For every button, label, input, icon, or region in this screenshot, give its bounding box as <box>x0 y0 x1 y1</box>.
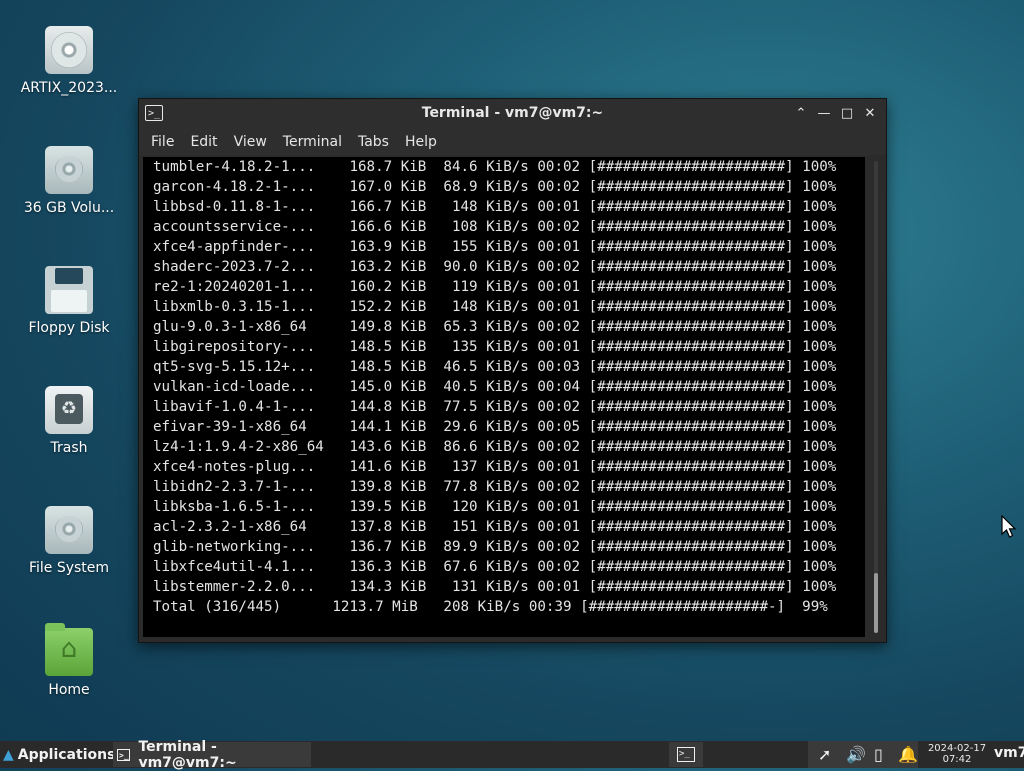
applications-label: Applications <box>17 746 116 763</box>
terminal-line: tumbler-4.18.2-1... 168.7 KiB 84.6 KiB/s… <box>153 159 837 175</box>
terminal-line: shaderc-2023.7-2... 163.2 KiB 90.0 KiB/s… <box>153 259 837 275</box>
applications-menu-button[interactable]: ▲ Applications <box>0 741 115 768</box>
terminal-launcher-button[interactable]: >_ <box>669 742 703 767</box>
terminal-line: acl-2.3.2-1-x86_64 137.8 KiB 151 KiB/s 0… <box>153 519 837 535</box>
terminal-line: libksba-1.6.5-1-... 139.5 KiB 120 KiB/s … <box>153 499 837 515</box>
clock[interactable]: 2024-02-17 07:42 <box>925 743 989 765</box>
taskbar: ▲ Applications >_ Terminal - vm7@vm7:~ >… <box>0 739 1024 771</box>
clock-time: 07:42 <box>942 754 972 765</box>
minimize-button[interactable]: — <box>814 104 834 124</box>
terminal-line: libxmlb-0.3.15-1... 152.2 KiB 148 KiB/s … <box>153 299 837 315</box>
terminal-scrollbar[interactable] <box>874 161 878 633</box>
desktop-icon-trash[interactable]: Trash <box>14 386 124 456</box>
floppy-icon <box>45 266 93 314</box>
terminal-line: libidn2-2.3.7-1-... 139.8 KiB 77.8 KiB/s… <box>153 479 837 495</box>
network-icon[interactable]: ➚ <box>818 745 831 764</box>
disc-icon <box>45 26 93 74</box>
mouse-cursor-icon <box>1001 515 1017 538</box>
menu-bar: File Edit View Terminal Tabs Help <box>139 129 886 155</box>
menu-help[interactable]: Help <box>397 134 445 150</box>
terminal-line: lz4-1:1.9.4-2-x86_64 143.6 KiB 86.6 KiB/… <box>153 439 837 455</box>
terminal-line: accountsservice-... 166.6 KiB 108 KiB/s … <box>153 219 837 235</box>
desktop-icon-label: Home <box>48 682 90 698</box>
terminal-line: xfce4-appfinder-... 163.9 KiB 155 KiB/s … <box>153 239 837 255</box>
terminal-output[interactable]: tumbler-4.18.2-1... 168.7 KiB 84.6 KiB/s… <box>143 157 865 637</box>
clock-date: 2024-02-17 <box>927 743 987 754</box>
menu-edit[interactable]: Edit <box>182 134 225 150</box>
notification-bell-icon[interactable]: 🔔 <box>898 745 918 764</box>
desktop-icon-filesystem[interactable]: File System <box>14 506 124 576</box>
desktop-icon-label: Trash <box>50 440 88 456</box>
chevron-up-icon[interactable]: ⌃ <box>791 104 811 124</box>
scrollbar-thumb[interactable] <box>874 573 878 633</box>
desktop-icon-home[interactable]: Home <box>14 623 124 698</box>
terminal-line: garcon-4.18.2-1-... 167.0 KiB 68.9 KiB/s… <box>153 179 837 195</box>
desktop-icon-label: 36 GB Volu... <box>23 200 115 216</box>
terminal-line: xfce4-notes-plug... 141.6 KiB 137 KiB/s … <box>153 459 837 475</box>
taskbar-task-label: Terminal - vm7@vm7:~ <box>138 738 237 771</box>
taskbar-terminal-button[interactable]: >_ Terminal - vm7@vm7:~ <box>113 739 311 771</box>
terminal-line: libbsd-0.11.8-1-... 166.7 KiB 148 KiB/s … <box>153 199 837 215</box>
volume-icon[interactable]: 🔊 <box>846 745 866 764</box>
terminal-line: libavif-1.0.4-1-... 144.8 KiB 77.5 KiB/s… <box>153 399 837 415</box>
desktop-icon-artix[interactable]: ARTIX_2023... <box>14 26 124 96</box>
terminal-line: Total (316/445) 1213.7 MiB 208 KiB/s 00:… <box>153 599 828 615</box>
desktop-icon-volume[interactable]: 36 GB Volu... <box>14 146 124 216</box>
menu-tabs[interactable]: Tabs <box>350 134 397 150</box>
terminal-line: libgirepository-... 148.5 KiB 135 KiB/s … <box>153 339 837 355</box>
home-folder-icon <box>45 623 93 676</box>
menu-view[interactable]: View <box>226 134 275 150</box>
terminal-window[interactable]: >_ Terminal - vm7@vm7:~ ⌃ — □ ✕ File Edi… <box>138 98 887 643</box>
terminal-line: libxfce4util-4.1... 136.3 KiB 67.6 KiB/s… <box>153 559 837 575</box>
window-title: Terminal - vm7@vm7:~ <box>421 105 604 121</box>
terminal-line: libstemmer-2.2.0... 134.3 KiB 131 KiB/s … <box>153 579 837 595</box>
terminal-line: re2-1:20240201-1... 160.2 KiB 119 KiB/s … <box>153 279 837 295</box>
terminal-line: efivar-39-1-x86_64 144.1 KiB 29.6 KiB/s … <box>153 419 837 435</box>
terminal-icon: >_ <box>677 747 695 762</box>
desktop-icon-label: Floppy Disk <box>28 320 110 336</box>
menu-terminal[interactable]: Terminal <box>275 134 350 150</box>
battery-icon[interactable]: ▯ <box>874 745 883 764</box>
desktop-icon-floppy[interactable]: Floppy Disk <box>14 266 124 336</box>
terminal-line: vulkan-icd-loade... 145.0 KiB 40.5 KiB/s… <box>153 379 837 395</box>
close-button[interactable]: ✕ <box>860 104 880 124</box>
hard-drive-icon <box>45 146 93 194</box>
terminal-line: glib-networking-... 136.7 KiB 89.9 KiB/s… <box>153 539 837 555</box>
desktop-icon-label: ARTIX_2023... <box>20 80 118 96</box>
menu-file[interactable]: File <box>143 134 182 150</box>
trash-icon <box>45 386 93 434</box>
desktop-icon-label: File System <box>28 560 110 576</box>
user-menu[interactable]: vm7 <box>994 745 1024 761</box>
system-tray: ➚ 🔊 ▯ 🔔 <box>808 741 918 768</box>
window-titlebar[interactable]: >_ Terminal - vm7@vm7:~ ⌃ — □ ✕ <box>139 99 886 129</box>
terminal-line: glu-9.0.3-1-x86_64 149.8 KiB 65.3 KiB/s … <box>153 319 837 335</box>
terminal-icon: >_ <box>117 748 131 761</box>
maximize-button[interactable]: □ <box>837 104 857 124</box>
terminal-line: qt5-svg-5.15.12+... 148.5 KiB 46.5 KiB/s… <box>153 359 837 375</box>
artix-logo-icon: ▲ <box>3 746 14 763</box>
hard-drive-icon <box>45 506 93 554</box>
